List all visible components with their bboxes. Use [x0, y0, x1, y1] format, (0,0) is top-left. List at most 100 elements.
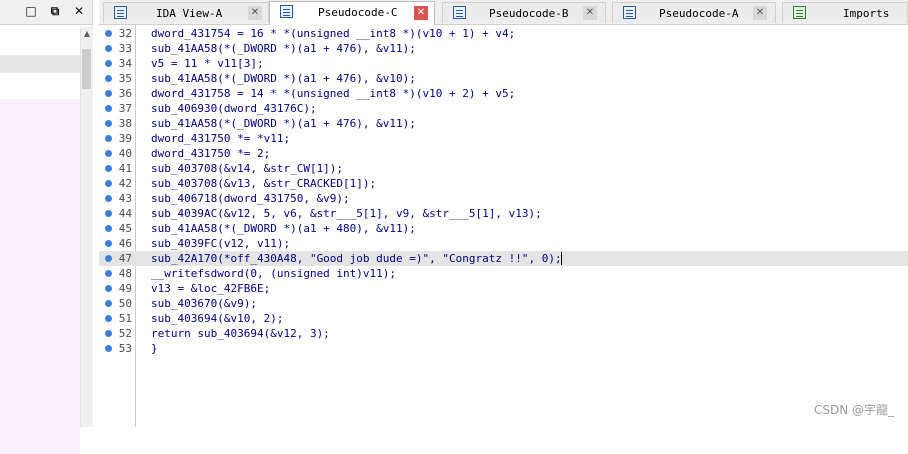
code-text[interactable]: sub_406930(dword_43176C); — [151, 101, 317, 116]
breakpoint-dot-icon[interactable] — [105, 270, 112, 277]
tab-label: Pseudocode-A — [659, 7, 739, 20]
code-text[interactable]: return sub_403694(&v12, 3); — [151, 326, 330, 341]
scroll-thumb[interactable] — [82, 49, 91, 89]
breakpoint-dot-icon[interactable] — [105, 210, 112, 217]
line-number: 44 — [118, 207, 132, 220]
code-text[interactable]: sub_41AA58(*(_DWORD *)(a1 + 480), &v11); — [151, 221, 416, 236]
code-line[interactable]: 51 sub_403694(&v10, 2); — [99, 311, 908, 326]
code-line[interactable]: 37 sub_406930(dword_43176C); — [99, 101, 908, 116]
code-line[interactable]: 34 v5 = 11 * v11[3]; — [99, 56, 908, 71]
code-line[interactable]: 49 v13 = &loc_42FB6E; — [99, 281, 908, 296]
code-text[interactable]: sub_4039FC(v12, v11); — [151, 236, 290, 251]
code-text[interactable]: sub_41AA58(*(_DWORD *)(a1 + 476), &v11); — [151, 116, 416, 131]
code-line[interactable]: 41 sub_403708(&v14, &str_CW[1]); — [99, 161, 908, 176]
tab-label: IDA View-A — [156, 7, 223, 20]
tab-close-icon[interactable]: ✕ — [414, 6, 428, 20]
breakpoint-dot-icon[interactable] — [105, 285, 112, 292]
list-item-selected[interactable] — [0, 55, 80, 73]
breakpoint-dot-icon[interactable] — [105, 45, 112, 52]
code-line[interactable]: 40 dword_431750 *= 2; — [99, 146, 908, 161]
tab-pseudocode-b[interactable]: Pseudocode-B ✕ — [442, 2, 606, 23]
breakpoint-dot-icon[interactable] — [105, 255, 112, 262]
line-number: 38 — [118, 117, 132, 130]
code-text[interactable]: sub_41AA58(*(_DWORD *)(a1 + 476), &v11); — [151, 41, 416, 56]
code-line[interactable]: 32 dword_431754 = 16 * *(unsigned __int8 … — [99, 26, 908, 41]
breakpoint-dot-icon[interactable] — [105, 105, 112, 112]
tab-bar: IDA View-A ✕ Pseudocode-C ✕ Pseudocode-B… — [99, 0, 908, 25]
code-line[interactable]: 33 sub_41AA58(*(_DWORD *)(a1 + 476), &v11… — [99, 41, 908, 56]
code-line[interactable]: 35 sub_41AA58(*(_DWORD *)(a1 + 476), &v10… — [99, 71, 908, 86]
code-text[interactable]: sub_403708(&v13, &str_CRACKED[1]); — [151, 176, 376, 191]
tab-pseudocode-c[interactable]: Pseudocode-C ✕ — [269, 1, 435, 25]
tab-imports[interactable]: Imports — [782, 2, 908, 23]
pseudocode-view[interactable]: 32 dword_431754 = 16 * *(unsigned __int8 … — [99, 25, 908, 427]
breakpoint-dot-icon[interactable] — [105, 240, 112, 247]
code-line[interactable]: 39 dword_431750 *= *v11; — [99, 131, 908, 146]
code-text[interactable]: sub_403670(&v9); — [151, 296, 257, 311]
breakpoint-dot-icon[interactable] — [105, 330, 112, 337]
code-text[interactable]: dword_431750 *= 2; — [151, 146, 270, 161]
code-line[interactable]: 45 sub_41AA58(*(_DWORD *)(a1 + 480), &v11… — [99, 221, 908, 236]
left-pane-scrollbar[interactable]: ▲ — [80, 27, 93, 427]
code-line[interactable]: 44 sub_4039AC(&v12, 5, v6, &str___5[1], v… — [99, 206, 908, 221]
line-number: 32 — [118, 27, 132, 40]
scroll-up-arrow-icon[interactable]: ▲ — [81, 27, 93, 41]
restore-window-icon[interactable]: □ — [24, 4, 38, 18]
line-number: 53 — [118, 342, 132, 355]
code-text[interactable]: sub_403708(&v14, &str_CW[1]); — [151, 161, 343, 176]
maximize-window-icon[interactable]: ⧉ — [48, 4, 62, 18]
tab-close-icon[interactable]: ✕ — [248, 6, 262, 20]
code-line[interactable]: 38 sub_41AA58(*(_DWORD *)(a1 + 476), &v11… — [99, 116, 908, 131]
code-text[interactable]: sub_41AA58(*(_DWORD *)(a1 + 476), &v10); — [151, 71, 416, 86]
code-line-current[interactable]: 47 sub_42A170(*off_430A48, "Good job dude… — [99, 251, 908, 266]
list-library-region — [0, 99, 80, 454]
code-line[interactable]: 50 sub_403670(&v9); — [99, 296, 908, 311]
breakpoint-dot-icon[interactable] — [105, 30, 112, 37]
line-number: 33 — [118, 42, 132, 55]
code-text[interactable]: sub_403694(&v10, 2); — [151, 311, 283, 326]
code-text[interactable]: dword_431750 *= *v11; — [151, 131, 290, 146]
code-text[interactable]: sub_4039AC(&v12, 5, v6, &str___5[1], v9,… — [151, 206, 542, 221]
code-text[interactable]: sub_42A170(*off_430A48, "Good job dude =… — [151, 251, 562, 266]
functions-list[interactable] — [0, 27, 80, 454]
breakpoint-dot-icon[interactable] — [105, 165, 112, 172]
line-number: 47 — [118, 252, 132, 265]
line-number: 35 — [118, 72, 132, 85]
breakpoint-dot-icon[interactable] — [105, 315, 112, 322]
tab-close-icon[interactable]: ✕ — [583, 6, 597, 20]
code-line[interactable]: 43 sub_406718(dword_431750, &v9); — [99, 191, 908, 206]
code-text[interactable]: } — [151, 341, 158, 356]
code-line[interactable]: 42 sub_403708(&v13, &str_CRACKED[1]); — [99, 176, 908, 191]
breakpoint-dot-icon[interactable] — [105, 180, 112, 187]
code-line[interactable]: 48 __writefsdword(0, (unsigned int)v11); — [99, 266, 908, 281]
breakpoint-dot-icon[interactable] — [105, 120, 112, 127]
breakpoint-dot-icon[interactable] — [105, 345, 112, 352]
left-pane-header: □ ⧉ ✕ — [0, 0, 92, 25]
breakpoint-dot-icon[interactable] — [105, 90, 112, 97]
code-line[interactable]: 36 dword_431758 = 14 * *(unsigned __int8 … — [99, 86, 908, 101]
breakpoint-dot-icon[interactable] — [105, 150, 112, 157]
tab-ida-view-a[interactable]: IDA View-A ✕ — [103, 2, 269, 23]
line-number: 45 — [118, 222, 132, 235]
line-number: 40 — [118, 147, 132, 160]
breakpoint-dot-icon[interactable] — [105, 135, 112, 142]
close-pane-icon[interactable]: ✕ — [72, 4, 86, 18]
tab-pseudocode-a[interactable]: Pseudocode-A ✕ — [612, 2, 776, 23]
code-text[interactable]: dword_431754 = 16 * *(unsigned __int8 *)… — [151, 26, 515, 41]
line-number: 37 — [118, 102, 132, 115]
code-text[interactable]: dword_431758 = 14 * *(unsigned __int8 *)… — [151, 86, 515, 101]
pseudocode-icon — [623, 6, 636, 19]
tab-close-icon[interactable]: ✕ — [753, 6, 767, 20]
breakpoint-dot-icon[interactable] — [105, 75, 112, 82]
code-text[interactable]: sub_406718(dword_431750, &v9); — [151, 191, 350, 206]
code-text[interactable]: v5 = 11 * v11[3]; — [151, 56, 264, 71]
breakpoint-dot-icon[interactable] — [105, 225, 112, 232]
code-line[interactable]: 46 sub_4039FC(v12, v11); — [99, 236, 908, 251]
code-line[interactable]: 52 return sub_403694(&v12, 3); — [99, 326, 908, 341]
code-line[interactable]: 53} — [99, 341, 908, 356]
breakpoint-dot-icon[interactable] — [105, 60, 112, 67]
code-text[interactable]: __writefsdword(0, (unsigned int)v11); — [151, 266, 396, 281]
breakpoint-dot-icon[interactable] — [105, 300, 112, 307]
code-text[interactable]: v13 = &loc_42FB6E; — [151, 281, 270, 296]
breakpoint-dot-icon[interactable] — [105, 195, 112, 202]
